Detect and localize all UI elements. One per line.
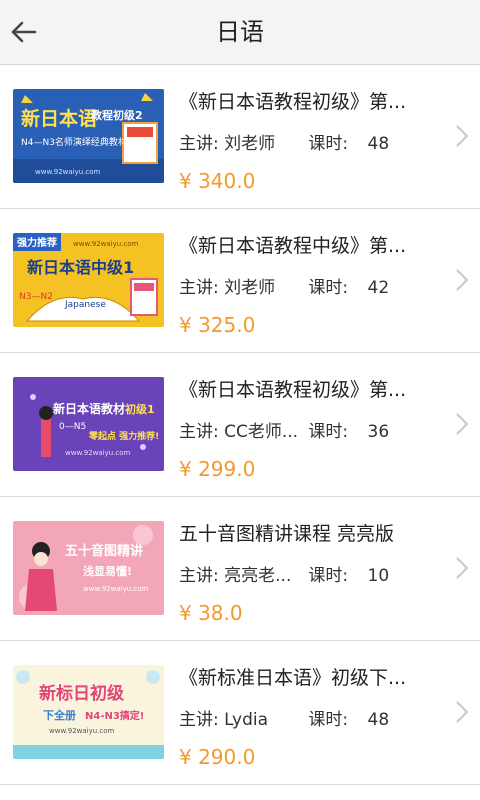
course-title: 五十音图精讲课程 亮亮版 <box>179 523 395 545</box>
course-hours: 36 <box>367 422 390 442</box>
svg-text:强力推荐: 强力推荐 <box>17 236 57 249</box>
course-hours: 48 <box>367 134 390 154</box>
course-hours: 48 <box>367 710 390 730</box>
svg-text:新日本语中级1: 新日本语中级1 <box>27 258 134 277</box>
page-title: 日语 <box>216 18 264 46</box>
svg-text:N4—N3名师演绎经典教材: N4—N3名师演绎经典教材 <box>21 136 127 148</box>
course-list-item[interactable]: 强力推荐 www.92waiyu.com 新日本语中级1 N3—N2 Japan… <box>0 209 480 353</box>
svg-text:新日本语教材: 新日本语教材 <box>53 401 125 416</box>
svg-text:www.92waiyu.com: www.92waiyu.com <box>35 168 101 176</box>
course-list-item[interactable]: 新标日初级 下全册 N4-N3搞定! www.92waiyu.com 《新标准日… <box>0 641 480 785</box>
course-thumbnail: 新标日初级 下全册 N4-N3搞定! www.92waiyu.com <box>13 665 164 759</box>
chevron-right-icon <box>456 413 469 435</box>
course-meta: 主讲: 亮亮老... 课时: 10 <box>179 563 389 589</box>
course-teacher: 主讲: CC老师... <box>179 422 299 442</box>
svg-text:新标日初级: 新标日初级 <box>39 683 124 704</box>
course-meta: 主讲: CC老师... 课时: 36 <box>179 419 389 445</box>
course-hours: 42 <box>367 278 390 298</box>
course-meta: 主讲: Lydia 课时: 48 <box>179 707 389 733</box>
course-list: 新日本语 教程初级2 N4—N3名师演绎经典教材 www.92waiyu.com… <box>0 65 480 785</box>
svg-text:N3—N2: N3—N2 <box>19 292 53 302</box>
course-hours-label: 课时: <box>308 710 349 730</box>
svg-text:www.92waiyu.com: www.92waiyu.com <box>83 585 149 593</box>
course-title: 《新日本语教程中级》第... <box>179 235 407 257</box>
course-thumbnail: 新日本语教材 初级1 0—N5 零起点 强力推荐! www.92waiyu.co… <box>13 377 164 471</box>
course-thumbnail: 新日本语 教程初级2 N4—N3名师演绎经典教材 www.92waiyu.com <box>13 89 164 183</box>
course-list-item[interactable]: 新日本语 教程初级2 N4—N3名师演绎经典教材 www.92waiyu.com… <box>0 65 480 209</box>
course-price: ¥ 38.0 <box>179 601 243 625</box>
course-list-item[interactable]: 五十音图精讲 浅显易懂! www.92waiyu.com 五十音图精讲课程 亮亮… <box>0 497 480 641</box>
course-teacher: 主讲: 刘老师 <box>179 134 276 154</box>
course-hours-label: 课时: <box>308 422 349 442</box>
course-title: 《新标准日本语》初级下... <box>179 667 407 689</box>
svg-text:初级1: 初级1 <box>125 402 155 416</box>
course-price: ¥ 325.0 <box>179 313 256 337</box>
course-title: 《新日本语教程初级》第... <box>179 91 407 113</box>
svg-text:下全册: 下全册 <box>43 708 76 722</box>
course-teacher: 主讲: 亮亮老... <box>179 566 292 586</box>
chevron-right-icon <box>456 557 469 579</box>
chevron-right-icon <box>456 269 469 291</box>
course-list-item[interactable]: 新日本语教材 初级1 0—N5 零起点 强力推荐! www.92waiyu.co… <box>0 353 480 497</box>
course-hours-label: 课时: <box>308 134 349 154</box>
svg-text:教程初级2: 教程初级2 <box>90 108 143 122</box>
course-title: 《新日本语教程初级》第... <box>179 379 407 401</box>
svg-text:0—N5: 0—N5 <box>59 422 86 432</box>
course-price: ¥ 290.0 <box>179 745 256 769</box>
course-meta: 主讲: 刘老师 课时: 48 <box>179 131 389 157</box>
course-teacher: 主讲: Lydia <box>179 710 269 730</box>
course-hours-label: 课时: <box>308 278 349 298</box>
course-meta: 主讲: 刘老师 课时: 42 <box>179 275 389 301</box>
svg-text:零起点 强力推荐!: 零起点 强力推荐! <box>88 430 159 442</box>
course-price: ¥ 299.0 <box>179 457 256 481</box>
chevron-right-icon <box>456 125 469 147</box>
course-thumbnail: 五十音图精讲 浅显易懂! www.92waiyu.com <box>13 521 164 615</box>
svg-text:N4-N3搞定!: N4-N3搞定! <box>85 709 144 722</box>
app-header: 日语 <box>0 0 480 65</box>
svg-text:www.92waiyu.com: www.92waiyu.com <box>73 240 139 248</box>
chevron-right-icon <box>456 701 469 723</box>
svg-text:Japanese: Japanese <box>64 300 106 310</box>
svg-text:五十音图精讲: 五十音图精讲 <box>65 543 143 559</box>
course-thumbnail: 强力推荐 www.92waiyu.com 新日本语中级1 N3—N2 Japan… <box>13 233 164 327</box>
course-hours: 10 <box>367 566 390 586</box>
svg-text:浅显易懂!: 浅显易懂! <box>83 564 132 578</box>
svg-text:新日本语: 新日本语 <box>21 107 97 130</box>
course-hours-label: 课时: <box>308 566 349 586</box>
course-teacher: 主讲: 刘老师 <box>179 278 276 298</box>
svg-text:www.92waiyu.com: www.92waiyu.com <box>49 727 115 735</box>
svg-text:www.92waiyu.com: www.92waiyu.com <box>65 449 131 457</box>
course-price: ¥ 340.0 <box>179 169 256 193</box>
